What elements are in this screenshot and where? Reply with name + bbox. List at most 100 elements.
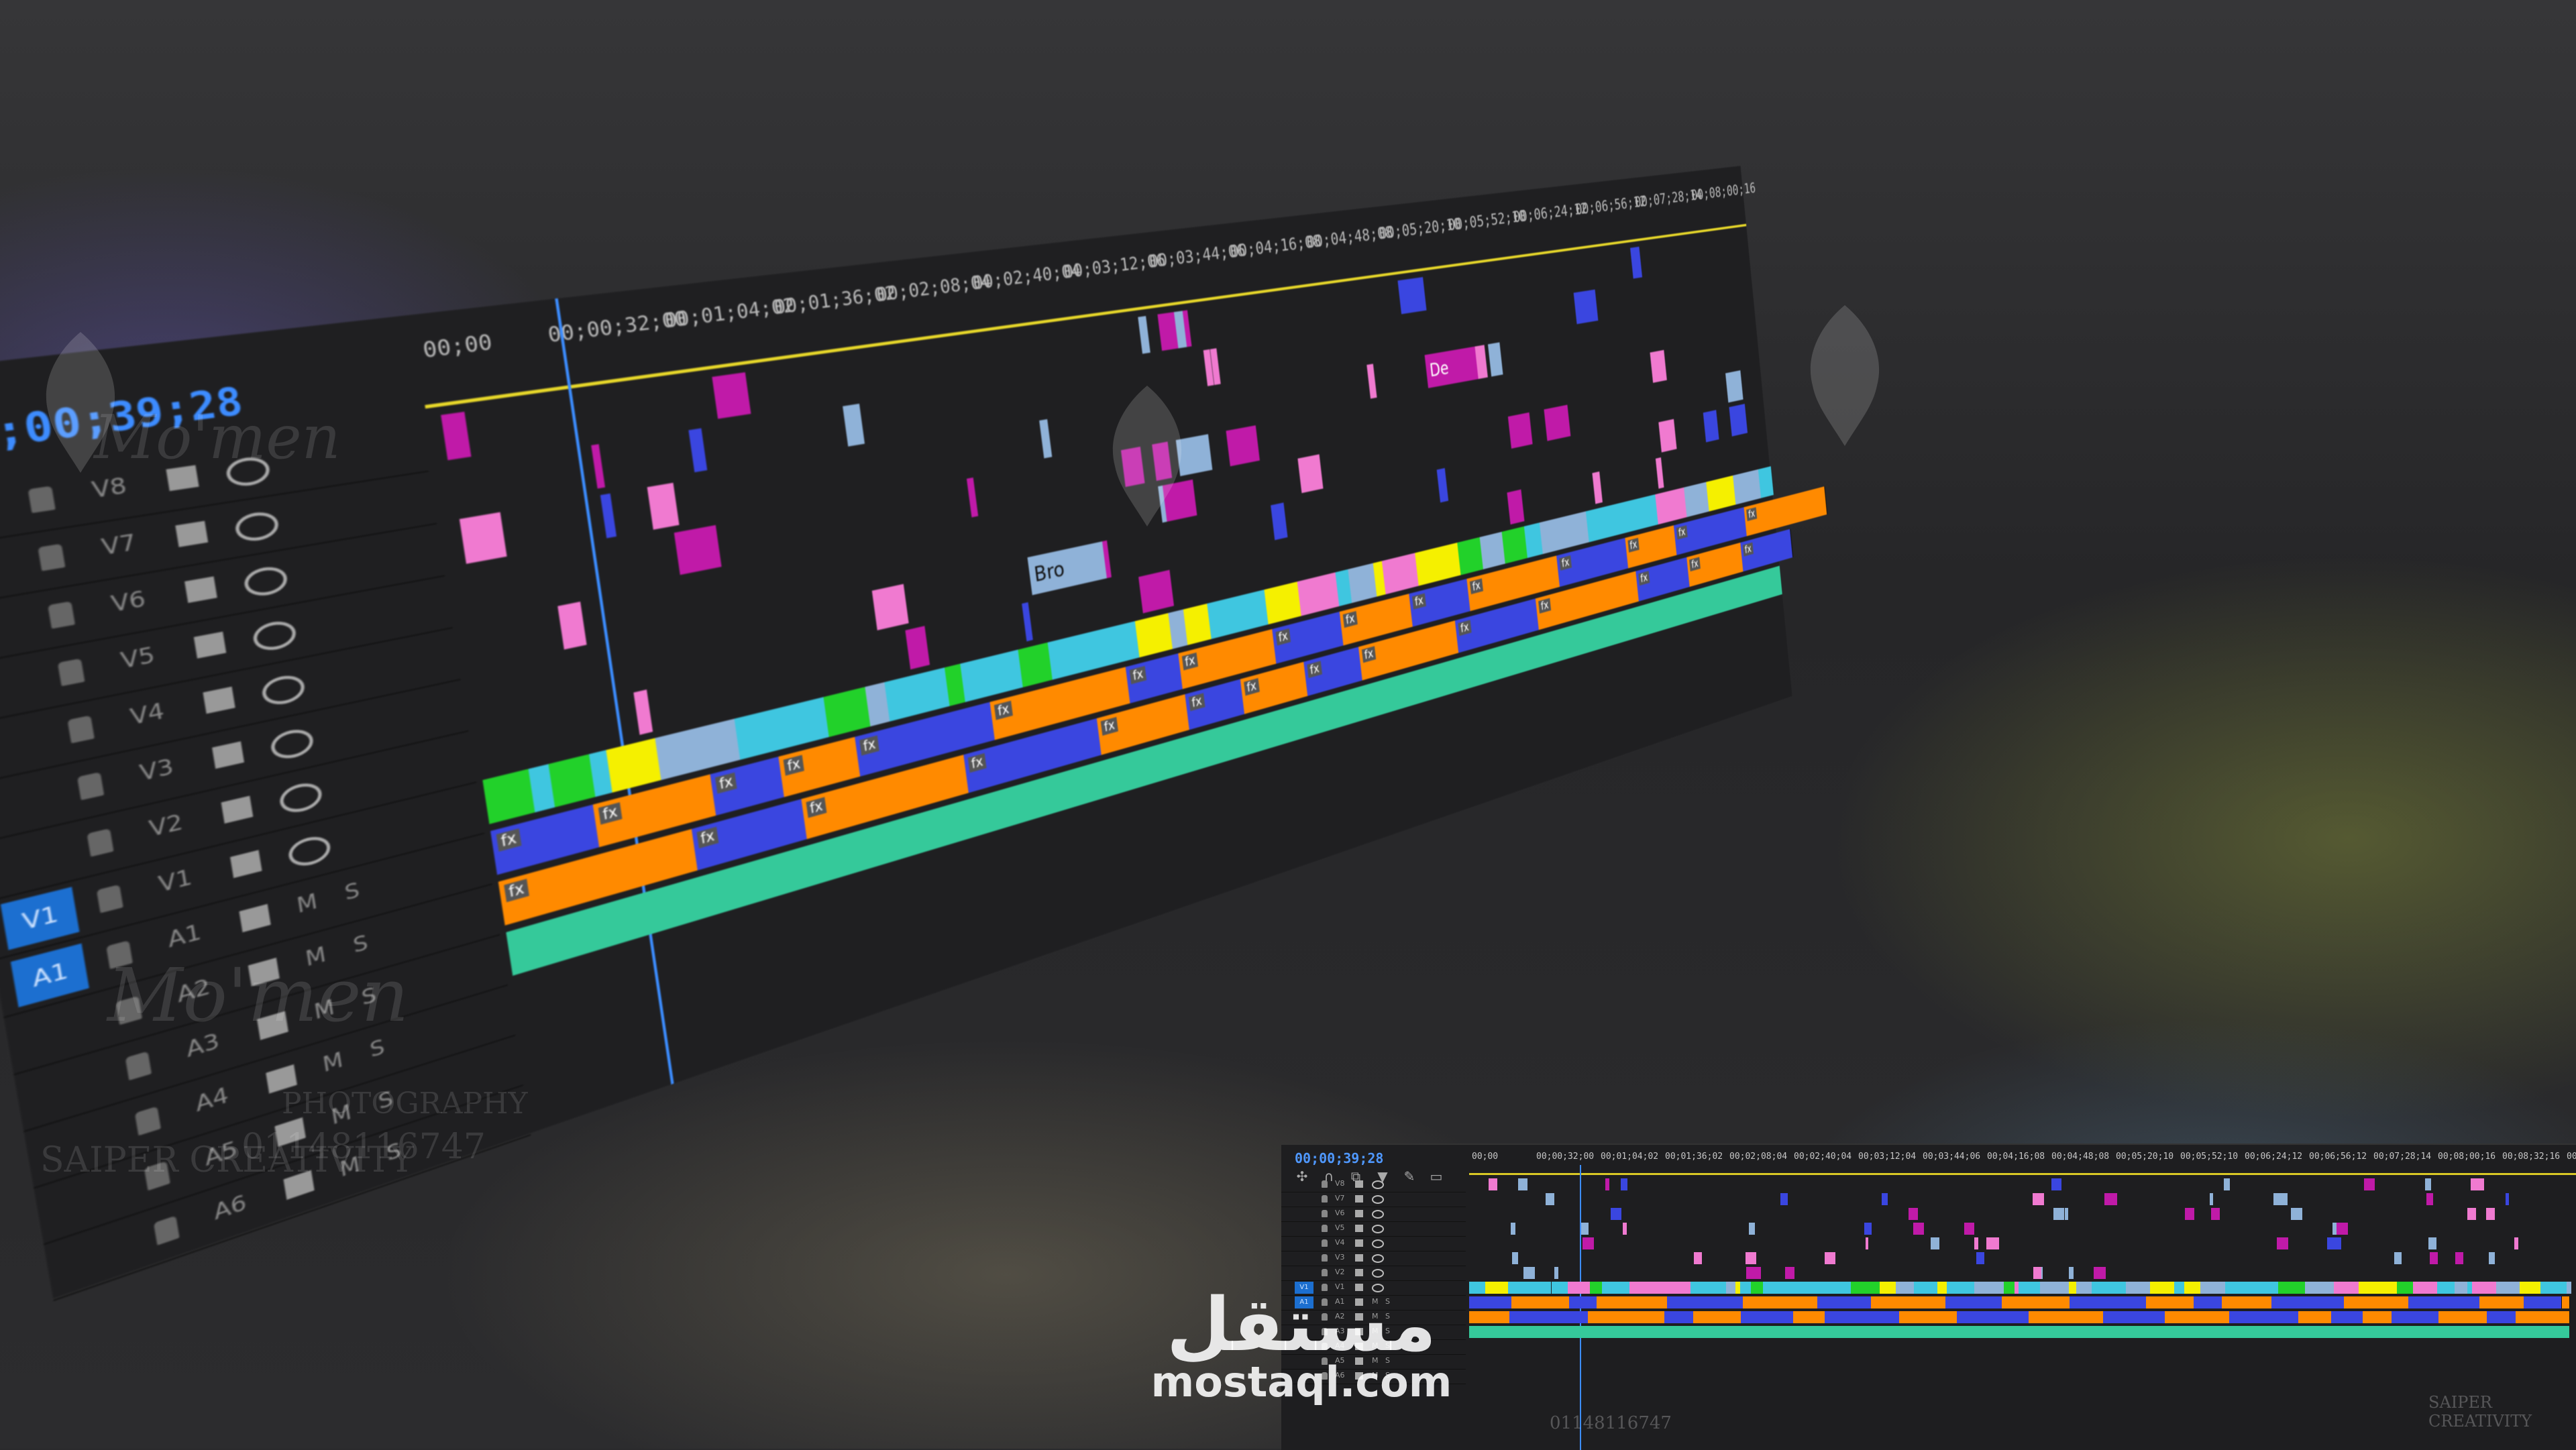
eye-icon[interactable] <box>286 832 333 870</box>
inset-audio-clip[interactable] <box>1898 1311 1957 1323</box>
inset-video-clip[interactable] <box>2467 1208 2476 1220</box>
inset-v1-clip[interactable] <box>1590 1282 1603 1294</box>
inset-video-clip[interactable] <box>1964 1223 1974 1235</box>
v1-clip[interactable] <box>1758 465 1774 498</box>
inset-video-clip[interactable] <box>1748 1223 1755 1235</box>
video-clip[interactable] <box>1630 246 1643 279</box>
inset-audio-clip[interactable] <box>2561 1296 2570 1308</box>
inset-v1-clip[interactable] <box>2566 1282 2572 1294</box>
inset-v1-clip[interactable] <box>2149 1282 2176 1294</box>
inset-v1-clip[interactable] <box>2126 1282 2147 1294</box>
sync-icon[interactable] <box>239 903 271 933</box>
inset-v1-clip[interactable] <box>2040 1282 2070 1294</box>
inset-video-clip[interactable] <box>2211 1208 2220 1220</box>
inset-audio-clip[interactable] <box>1945 1296 2002 1308</box>
inset-audio-clip[interactable] <box>1568 1296 1597 1308</box>
lock-icon[interactable] <box>1322 1180 1328 1188</box>
inset-v1-clip[interactable] <box>1879 1282 1897 1294</box>
inset-v1-clip[interactable] <box>1485 1282 1509 1294</box>
v1-clip[interactable] <box>774 696 830 750</box>
inset-video-clip[interactable] <box>1909 1208 1918 1220</box>
inset-video-clip[interactable] <box>2290 1208 2303 1220</box>
lock-icon[interactable] <box>57 658 85 687</box>
inset-video-clip[interactable] <box>2489 1252 2495 1264</box>
video-clip[interactable] <box>1725 370 1743 403</box>
video-clip[interactable] <box>1271 502 1288 541</box>
video-clip[interactable] <box>1138 569 1174 614</box>
inset-v1-clip[interactable] <box>2200 1282 2226 1294</box>
v1-clip[interactable] <box>1236 589 1269 632</box>
inset-video-clip[interactable] <box>1974 1237 1978 1249</box>
inset-audio-clip[interactable] <box>2194 1296 2222 1308</box>
inset-video-clip[interactable] <box>2053 1208 2064 1220</box>
inset-audio-clip[interactable] <box>2330 1311 2363 1323</box>
video-clip[interactable] <box>1488 342 1503 377</box>
v1-clip[interactable] <box>884 667 951 722</box>
lock-icon[interactable] <box>38 543 66 571</box>
inset-video-clip[interactable] <box>2093 1267 2106 1279</box>
v1-clip[interactable] <box>684 718 742 773</box>
inset-v1-clip[interactable] <box>1996 1282 2005 1294</box>
lock-icon[interactable] <box>96 884 123 913</box>
video-clip-bro[interactable]: Bro <box>1027 541 1107 596</box>
sync-icon[interactable] <box>1355 1239 1363 1247</box>
inset-audio-clip[interactable] <box>2408 1296 2480 1308</box>
inset-v1-clip[interactable] <box>2092 1282 2106 1294</box>
inset-video-clip[interactable] <box>1610 1208 1621 1220</box>
inset-v1-clip[interactable] <box>2081 1282 2093 1294</box>
lock-icon[interactable] <box>125 1051 152 1080</box>
video-clip[interactable] <box>1655 457 1664 489</box>
inset-video-clip[interactable] <box>2471 1178 2484 1190</box>
video-clip[interactable] <box>905 626 930 670</box>
inset-audio-clip[interactable] <box>2523 1296 2563 1308</box>
inset-audio-clip[interactable] <box>2362 1311 2393 1323</box>
eye-icon[interactable] <box>269 726 315 763</box>
inset-video-clip[interactable] <box>2032 1193 2044 1205</box>
inset-v1-clip[interactable] <box>1762 1282 1779 1294</box>
inset-video-clip[interactable] <box>1510 1223 1516 1235</box>
inset-v1-clip[interactable] <box>1974 1282 1997 1294</box>
inset-v1-clip[interactable] <box>1851 1282 1880 1294</box>
inset-v1-clip[interactable] <box>1825 1282 1852 1294</box>
v1-clip[interactable] <box>1297 572 1340 616</box>
sync-icon[interactable] <box>184 576 217 604</box>
v1-clip[interactable] <box>960 649 1024 702</box>
inset-video-clip[interactable] <box>1582 1237 1595 1249</box>
v1-clip[interactable] <box>734 708 782 760</box>
video-clip[interactable] <box>1507 489 1525 525</box>
lock-icon[interactable] <box>1322 1210 1328 1217</box>
inset-v1-clip[interactable] <box>1551 1282 1568 1294</box>
inset-audio-clip[interactable] <box>1956 1311 2030 1323</box>
v1-clip[interactable] <box>1586 502 1624 543</box>
video-clip[interactable] <box>633 689 653 735</box>
inset-v1-clip[interactable] <box>2359 1282 2377 1294</box>
sync-icon[interactable] <box>1355 1254 1363 1262</box>
inset-audio-clip[interactable] <box>2229 1311 2300 1323</box>
inset-time-ruler[interactable]: 00;00 00;00;32;00 00;01;04;02 00;01;36;02 00… <box>1469 1145 2576 1175</box>
video-clip[interactable] <box>843 403 865 447</box>
inset-video-clip[interactable] <box>2068 1267 2074 1279</box>
inset-audio-clip[interactable] <box>2221 1296 2273 1308</box>
eye-icon[interactable] <box>1372 1225 1384 1233</box>
v1-clip[interactable] <box>606 738 663 793</box>
inset-video-clip[interactable] <box>1581 1223 1589 1235</box>
inset-video-clip[interactable] <box>1882 1193 1888 1205</box>
eye-icon[interactable] <box>251 618 298 654</box>
inset-v1-clip[interactable] <box>1702 1282 1727 1294</box>
mute-button[interactable]: M <box>295 889 319 918</box>
video-clip-de[interactable]: De <box>1424 346 1479 388</box>
video-clip[interactable] <box>647 482 680 530</box>
inset-audio-clip[interactable] <box>2516 1311 2570 1323</box>
inset-audio-clip[interactable] <box>2271 1296 2345 1308</box>
inset-v1-clip[interactable] <box>2413 1282 2438 1294</box>
eye-icon[interactable] <box>1372 1239 1384 1248</box>
inset-v1-clip[interactable] <box>2004 1282 2015 1294</box>
video-clip[interactable] <box>1022 602 1033 642</box>
video-clip[interactable] <box>1436 467 1449 503</box>
inset-v1-clip[interactable] <box>1507 1282 1526 1294</box>
eye-icon[interactable] <box>1372 1269 1384 1278</box>
video-clip[interactable] <box>557 602 587 650</box>
eye-icon[interactable] <box>233 509 280 544</box>
eye-icon[interactable] <box>1372 1195 1384 1204</box>
inset-video-clip[interactable] <box>1785 1267 1795 1279</box>
